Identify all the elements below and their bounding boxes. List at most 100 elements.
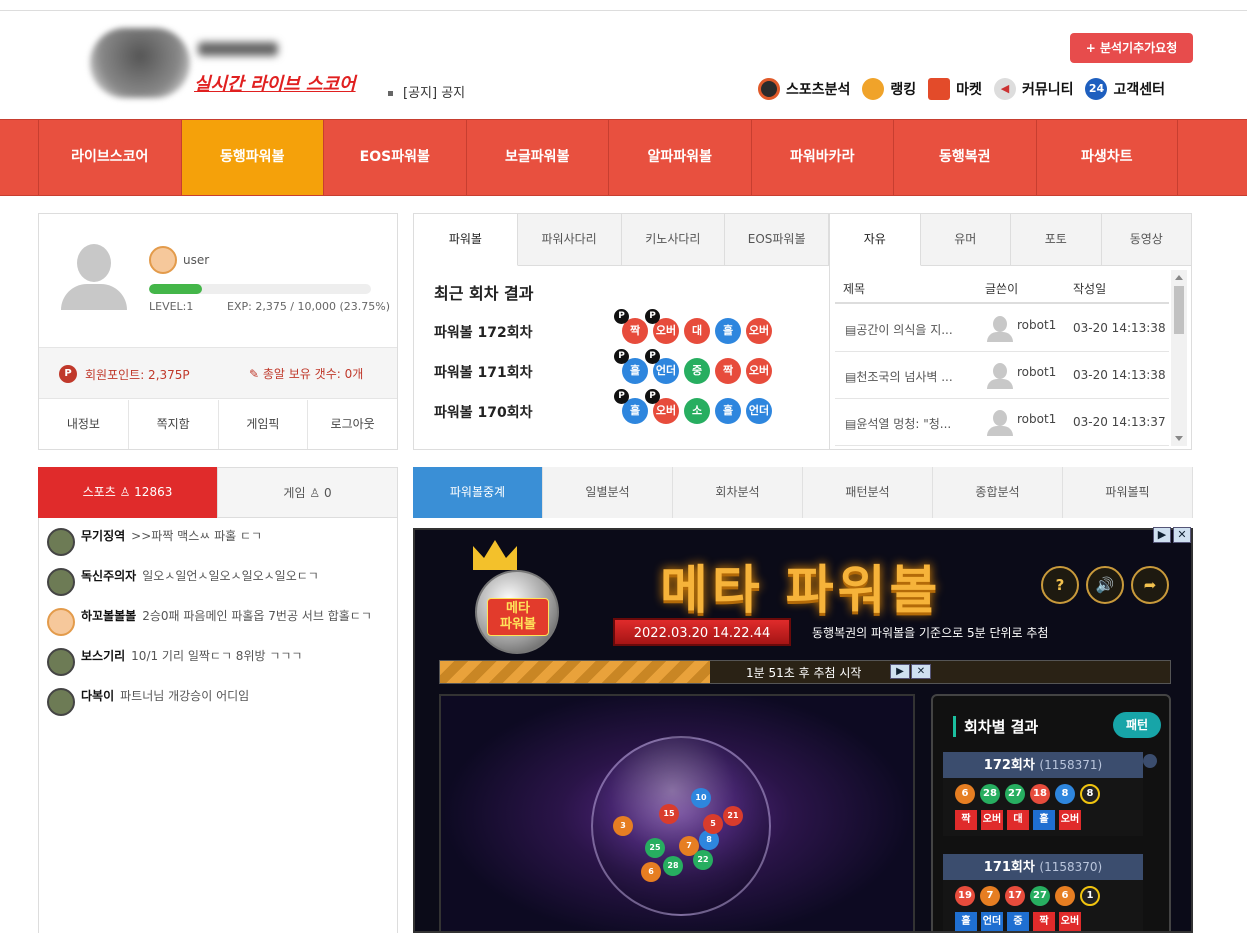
chat-nick[interactable]: 하꼬볼볼볼 [81,609,136,623]
board-header: 제목 글쓴이 작성일 [835,270,1169,304]
nav-item[interactable]: 알파파워볼 [608,120,751,195]
nav-item[interactable]: 파생차트 [1035,120,1178,195]
post-author: robot1 [1017,318,1057,332]
table-row[interactable]: ▤윤석열 멍청: "청... robot1 03-20 14:13:37 [835,399,1169,446]
tab-results[interactable]: 파워사다리 [517,214,622,266]
menu-ranking[interactable]: 랭킹 [862,78,916,100]
nav-item[interactable]: 파워바카라 [750,120,894,195]
chat-body: 하꼬볼볼볼 2승0패 파음메인 파홀옵 7번공 서브 합홀ㄷㄱ [81,608,372,636]
menu-support[interactable]: 24 고객센터 [1085,78,1165,100]
round-tag: 홀 [955,912,977,931]
menu-label: 마켓 [956,82,982,98]
result-ball: 오버 [746,318,772,344]
scroll-dot[interactable] [1143,754,1157,768]
table-row[interactable]: ▤천조국의 넘사벽 ... robot1 03-20 14:13:38 [835,352,1169,399]
board-scrollbar[interactable] [1171,270,1187,446]
menu-community[interactable]: ◀ 커뮤니티 [993,78,1073,100]
menu-market[interactable]: 마켓 [928,78,982,100]
tab-analysis[interactable]: 파워볼픽 [1063,467,1193,518]
chat-tabs: 스포츠 ♙ 12863 게임 ♙ 0 [38,467,398,518]
link-game-pick[interactable]: 게임픽 [219,400,309,449]
draw-datetime: 2022.03.20 14.22.44 [613,618,791,646]
logo-title: 실시간 라이브 스코어 [194,74,356,95]
menu-sports-analysis[interactable]: 스포츠분석 [758,78,850,100]
globe-ball: 10 [691,788,711,808]
result-ball: 소 [684,398,710,424]
sound-icon[interactable]: 🔊 [1086,566,1124,604]
notice-text[interactable]: 공지 [441,86,465,101]
tab-results[interactable]: 파워볼 [414,214,518,266]
round-tags: 홀 언더 중 짝 오버 [955,912,1131,931]
ad-controls: ▶ ✕ [1153,527,1191,543]
pattern-button[interactable]: 패턴 [1113,712,1161,738]
ad-close-icon[interactable]: ✕ [1173,527,1191,543]
megaphone-icon: ◀ [993,78,1016,100]
round-panel-title: 회차별 결과 [953,716,1038,737]
link-messages[interactable]: 쪽지함 [129,400,219,449]
result-ball: 언더 P [645,349,679,384]
round-tag: 짝 [955,810,977,830]
link-logout[interactable]: 로그아웃 [308,400,397,449]
site-logo[interactable]: 실시간 라이브 스코어 [90,28,360,98]
menu-label: 스포츠분석 [786,82,851,98]
result-ball: 홀P [614,389,648,424]
game-description: 동행복권의 파워볼을 기준으로 5분 단위로 추첨 [812,626,1049,640]
main-nav: 라이브스코어 동행파워볼 EOS파워볼 보글파워볼 알파파워볼 파워바카라 동행복권 파생차트 [0,119,1247,196]
result-balls: 홀 P 언더 P 중 짝 오버 [614,349,772,384]
recent-results-box: 파워볼 파워사다리 키노사다리 EOS파워볼 최근 회차 결과 파워볼 172회차 짝 P… [413,213,830,450]
avatar [987,316,1013,342]
round-ball: 28 [980,784,1000,804]
link-my-info[interactable]: 내정보 [39,400,129,449]
close-icon[interactable]: ✕ [911,664,931,679]
notice-line[interactable]: [공지] 공지 [388,82,465,101]
round-ball: 6 [1055,886,1075,906]
nav-item[interactable]: 동행파워볼 [180,120,323,195]
globe-ball: 25 [645,838,665,858]
nav-item[interactable]: 동행복권 [893,120,1036,195]
pen-icon: ✎ [249,367,263,381]
tab-results[interactable]: EOS파워볼 [725,214,829,266]
result-ball: 대 [684,318,710,344]
chat-nick[interactable]: 보스기리 [81,649,125,663]
tab-chat-sports[interactable]: 스포츠 ♙ 12863 [38,467,217,518]
round-ball: 8 [1055,784,1075,804]
tab-analysis[interactable]: 파워볼중계 [413,467,543,518]
countdown-bar: 1분 51초 후 추첨 시작 ▶ ✕ [439,660,1171,684]
menu-label: 랭킹 [890,82,917,98]
tab-board[interactable]: 포토 [1011,214,1102,266]
nav-item[interactable]: 라이브스코어 [38,120,181,195]
help-icon[interactable]: ? [1041,566,1079,604]
shop-icon [928,78,951,100]
tab-results[interactable]: 키노사다리 [621,214,726,266]
post-title[interactable]: ▤윤석열 멍청: "청... [845,415,951,432]
play-icon[interactable]: ▶ [890,664,910,679]
table-row[interactable]: ▤공간이 의식을 지... robot1 03-20 14:13:38 [835,305,1169,352]
tab-analysis[interactable]: 회차분석 [673,467,803,518]
ad-play-icon[interactable]: ▶ [1153,527,1171,543]
countdown-text: 1분 51초 후 추첨 시작 [746,666,862,680]
game-title: 메타 파워볼 [660,561,942,621]
chat-nick[interactable]: 무기징역 [81,529,125,543]
tab-analysis[interactable]: 패턴분석 [803,467,933,518]
tab-chat-game[interactable]: 게임 ♙ 0 [217,467,398,518]
chat-nick[interactable]: 독신주의자 [81,569,136,583]
tab-board[interactable]: 자유 [830,214,921,266]
round-label: 파워볼 172회차 [434,325,533,341]
chat-nick[interactable]: 다복이 [81,689,114,703]
tab-board[interactable]: 동영상 [1101,214,1191,266]
level-icon [47,568,75,596]
request-analyzer-button[interactable]: + 분석기추가요청 [1070,33,1193,63]
level-text: LEVEL:1 [149,300,194,313]
tab-board[interactable]: 유머 [920,214,1011,266]
nav-item[interactable]: EOS파워볼 [323,120,466,195]
tab-analysis[interactable]: 종합분석 [933,467,1063,518]
post-title[interactable]: ▤천조국의 넘사벽 ... [845,368,953,385]
nav-item[interactable]: 보글파워볼 [465,120,609,195]
tab-analysis[interactable]: 일별분석 [543,467,673,518]
round-ball: 6 [955,784,975,804]
round-block: 172회차 (1158371) 6 28 27 18 8 8 짝 오버 대 홀 오버 [943,752,1143,836]
round-ball: 7 [980,886,1000,906]
share-icon[interactable]: ➦ [1131,566,1169,604]
col-author: 글쓴이 [985,282,1019,296]
post-title[interactable]: ▤공간이 의식을 지... [845,321,953,338]
